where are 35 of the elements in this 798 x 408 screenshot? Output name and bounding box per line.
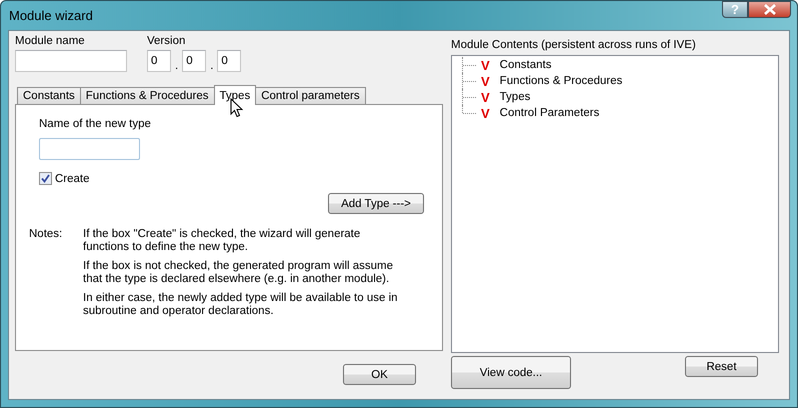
window-title: Module wizard <box>9 8 93 23</box>
reset-button[interactable]: Reset <box>685 356 758 377</box>
note-paragraph: If the box "Create" is checked, the wizard will generate functions to define the new type. <box>83 228 362 254</box>
version-field[interactable]: 0 <box>147 50 171 72</box>
create-checkbox[interactable] <box>39 172 52 185</box>
module-name-field[interactable] <box>15 50 127 72</box>
type-name-field[interactable] <box>39 138 140 160</box>
tree-item[interactable]: Functions & Procedures <box>500 75 622 87</box>
add-type-button[interactable]: Add Type ---> <box>328 193 424 214</box>
tree-item-mark: V <box>481 58 490 72</box>
tree-item-mark: V <box>481 106 490 120</box>
close-button[interactable] <box>748 1 791 18</box>
tab[interactable]: Constants <box>17 87 81 104</box>
note-paragraph: If the box is not checked, the generated program will assume that the type is declared elsewhere (e.g. in another module). <box>83 260 394 286</box>
view-code-button[interactable]: View code... <box>451 356 571 389</box>
version-field[interactable]: 0 <box>182 50 206 72</box>
version-separator: . <box>210 60 214 72</box>
tab[interactable]: Control parameters <box>255 87 366 104</box>
module-contents-label: Module Contents (persistent across runs of IVE) <box>451 39 697 51</box>
version-separator: . <box>175 60 178 72</box>
note-paragraph: In either case, the newly added type will be available to use in subroutine and operator declarations. <box>83 292 399 318</box>
type-name-label: Name of the new type <box>39 118 151 130</box>
ok-button[interactable]: OK <box>343 364 416 385</box>
tree-item[interactable]: Types <box>500 91 530 103</box>
tree-item[interactable]: Constants <box>500 59 552 71</box>
version-label: Version <box>147 35 186 47</box>
tree-item-mark: V <box>481 90 490 104</box>
notes-label: Notes: <box>29 228 64 242</box>
tree-item[interactable]: Control Parameters <box>500 107 600 119</box>
tab[interactable]: Functions & Procedures <box>80 87 215 104</box>
create-label: Create <box>55 172 90 184</box>
version-field[interactable]: 0 <box>217 50 242 72</box>
close-icon <box>762 4 776 15</box>
tree-item-mark: V <box>481 74 490 88</box>
module-name-label: Module name <box>15 35 86 47</box>
